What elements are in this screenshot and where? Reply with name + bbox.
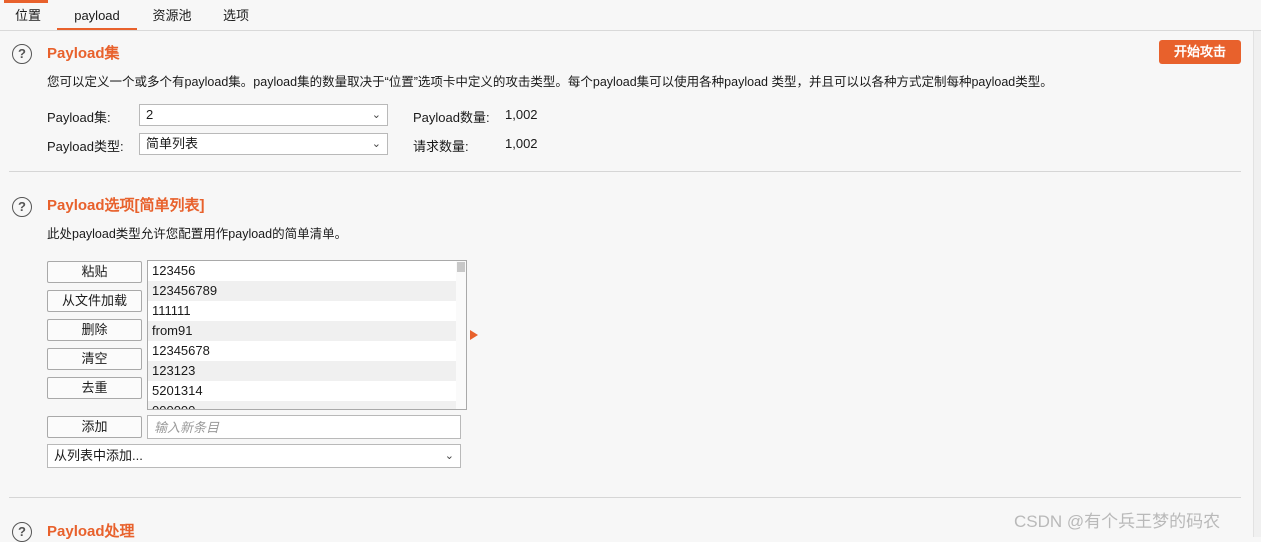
payload-count-value: 1,002: [505, 107, 538, 122]
payload-list[interactable]: 123456 123456789 111111 from91 12345678 …: [147, 260, 467, 410]
paste-button[interactable]: 粘贴: [47, 261, 142, 283]
list-item[interactable]: 5201314: [148, 381, 456, 401]
payload-sets-description: 您可以定义一个或多个有payload集。payload集的数量取决于“位置”选项…: [47, 75, 1053, 89]
tab-options[interactable]: 选项: [222, 6, 250, 28]
load-from-file-button[interactable]: 从文件加载: [47, 290, 142, 312]
payload-set-value: 2: [146, 107, 154, 122]
list-item[interactable]: 12345678: [148, 341, 456, 361]
tab-bar-accent: [4, 0, 48, 3]
payload-sets-title: Payload集: [47, 45, 120, 62]
list-item[interactable]: 123456: [148, 261, 456, 281]
payload-type-value: 简单列表: [146, 136, 199, 151]
chevron-down-icon: ⌄: [371, 138, 381, 150]
remove-button[interactable]: 删除: [47, 319, 142, 341]
request-count-label: 请求数量:: [413, 139, 469, 154]
payload-processing-title: Payload处理: [47, 523, 135, 540]
request-count-value: 1,002: [505, 136, 538, 151]
list-scrollbar[interactable]: [456, 261, 466, 409]
tab-resource-pool[interactable]: 资源池: [152, 6, 192, 28]
list-item[interactable]: 123456789: [148, 281, 456, 301]
help-icon[interactable]: ?: [12, 522, 32, 542]
main-scrollbar[interactable]: [1253, 31, 1261, 537]
expand-arrow-icon[interactable]: [470, 330, 478, 340]
list-scroll-thumb[interactable]: [457, 262, 465, 272]
deduplicate-button[interactable]: 去重: [47, 377, 142, 399]
payload-set-select[interactable]: 2 ⌄: [139, 104, 388, 126]
payload-type-select[interactable]: 简单列表 ⌄: [139, 133, 388, 155]
section-divider: [9, 497, 1241, 498]
clear-button[interactable]: 清空: [47, 348, 142, 370]
list-item[interactable]: 123123: [148, 361, 456, 381]
watermark: CSDN @有个兵王梦的码农: [1014, 512, 1221, 531]
new-item-input[interactable]: [147, 415, 461, 439]
tab-payloads[interactable]: payload: [57, 6, 137, 30]
start-attack-button[interactable]: 开始攻击: [1159, 40, 1241, 64]
payload-set-label: Payload集:: [47, 110, 111, 125]
list-item[interactable]: from91: [148, 321, 456, 341]
payload-options-description: 此处payload类型允许您配置用作payload的简单清单。: [47, 227, 348, 241]
list-item[interactable]: 000000: [148, 401, 456, 409]
payload-options-title: Payload选项[简单列表]: [47, 197, 205, 214]
section-divider: [9, 171, 1241, 172]
list-item[interactable]: 111111: [148, 301, 456, 321]
add-from-list-value: 从列表中添加...: [54, 448, 143, 463]
help-icon[interactable]: ?: [12, 197, 32, 217]
add-from-list-select[interactable]: 从列表中添加... ⌄: [47, 444, 461, 468]
help-icon[interactable]: ?: [12, 44, 32, 64]
payload-count-label: Payload数量:: [413, 110, 490, 125]
payload-type-label: Payload类型:: [47, 139, 124, 154]
chevron-down-icon: ⌄: [444, 450, 454, 462]
tab-positions[interactable]: 位置: [14, 6, 42, 28]
chevron-down-icon: ⌄: [371, 109, 381, 121]
tab-bar: 位置 payload 资源池 选项: [0, 0, 1261, 31]
add-button[interactable]: 添加: [47, 416, 142, 438]
